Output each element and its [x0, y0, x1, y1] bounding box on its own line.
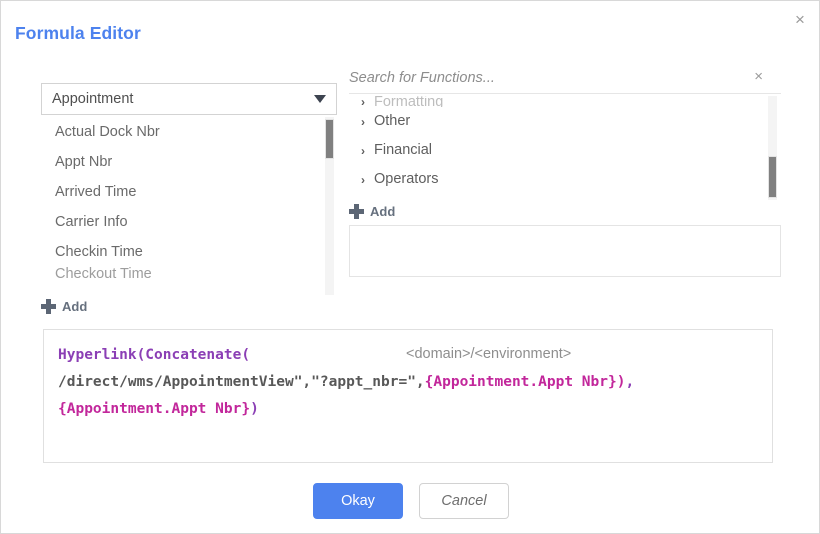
fields-panel: Appointment Actual Dock Nbr Appt Nbr Arr… [41, 83, 337, 314]
formula-token-paren: ) [250, 401, 259, 417]
list-item[interactable]: Actual Dock Nbr [41, 117, 337, 147]
cancel-button[interactable]: Cancel [419, 483, 509, 519]
add-function-label: Add [370, 204, 395, 219]
list-item[interactable]: Checkin Time [41, 237, 337, 267]
formula-token-field: {Appointment.Appt Nbr}) [425, 374, 626, 390]
chevron-right-icon: › [361, 145, 365, 157]
domain-environment-annotation: <domain>/<environment> [406, 346, 571, 362]
function-category-label: Financial [374, 136, 432, 165]
search-input[interactable] [349, 70, 719, 86]
add-field-button[interactable]: Add [41, 299, 87, 314]
function-category-financial[interactable]: › Financial [349, 136, 781, 165]
list-item[interactable]: Appt Nbr [41, 147, 337, 177]
field-list-items: Actual Dock Nbr Appt Nbr Arrived Time Ca… [41, 117, 337, 281]
function-category-label: Operators [374, 165, 438, 194]
entity-select[interactable]: Appointment [41, 83, 337, 115]
add-function-button[interactable]: Add [349, 204, 395, 219]
scrollbar-thumb[interactable] [325, 119, 334, 159]
formula-token-function: Hyperlink(Concatenate( [58, 347, 250, 363]
chevron-right-icon: › [361, 174, 365, 186]
plus-icon [41, 299, 56, 314]
function-category-operators[interactable]: › Operators [349, 165, 781, 194]
function-category-label: Formatting [374, 99, 443, 105]
scrollbar-thumb[interactable] [768, 156, 777, 198]
function-category-items: › Formatting › Other › Financial › Opera… [349, 96, 781, 194]
add-field-label: Add [62, 299, 87, 314]
entity-select-value: Appointment [52, 91, 133, 107]
list-item[interactable]: Checkout Time [41, 267, 337, 281]
formula-editor-dialog: × Formula Editor Appointment Actual Dock… [0, 0, 820, 534]
close-icon[interactable]: × [787, 7, 813, 33]
formula-token-field: {Appointment.Appt Nbr} [58, 401, 250, 417]
function-category-list: › Formatting › Other › Financial › Opera… [349, 96, 781, 200]
plus-icon [349, 204, 364, 219]
clear-search-icon[interactable]: × [754, 68, 763, 85]
function-category-other[interactable]: › Other [349, 107, 781, 136]
function-category-label: Other [374, 107, 410, 136]
field-list-scrollbar[interactable] [325, 117, 334, 295]
formula-token-comma: , [625, 374, 634, 390]
list-item[interactable]: Carrier Info [41, 207, 337, 237]
formula-token-string: /direct/wms/AppointmentView","?appt_nbr=… [58, 374, 425, 390]
chevron-down-icon [314, 95, 326, 103]
function-category-formatting[interactable]: › Formatting [349, 96, 781, 107]
chevron-right-icon: › [361, 96, 365, 107]
field-list: Actual Dock Nbr Appt Nbr Arrived Time Ca… [41, 117, 337, 295]
dialog-footer: Okay Cancel [1, 483, 820, 519]
function-preview-box[interactable] [349, 225, 781, 277]
page-title: Formula Editor [15, 23, 141, 44]
okay-button[interactable]: Okay [313, 483, 403, 519]
chevron-right-icon: › [361, 116, 365, 128]
functions-panel: × › Formatting › Other › Financial › Op [349, 69, 781, 277]
function-list-scrollbar[interactable] [768, 96, 777, 200]
function-search-row: × [349, 69, 781, 94]
list-item[interactable]: Arrived Time [41, 177, 337, 207]
